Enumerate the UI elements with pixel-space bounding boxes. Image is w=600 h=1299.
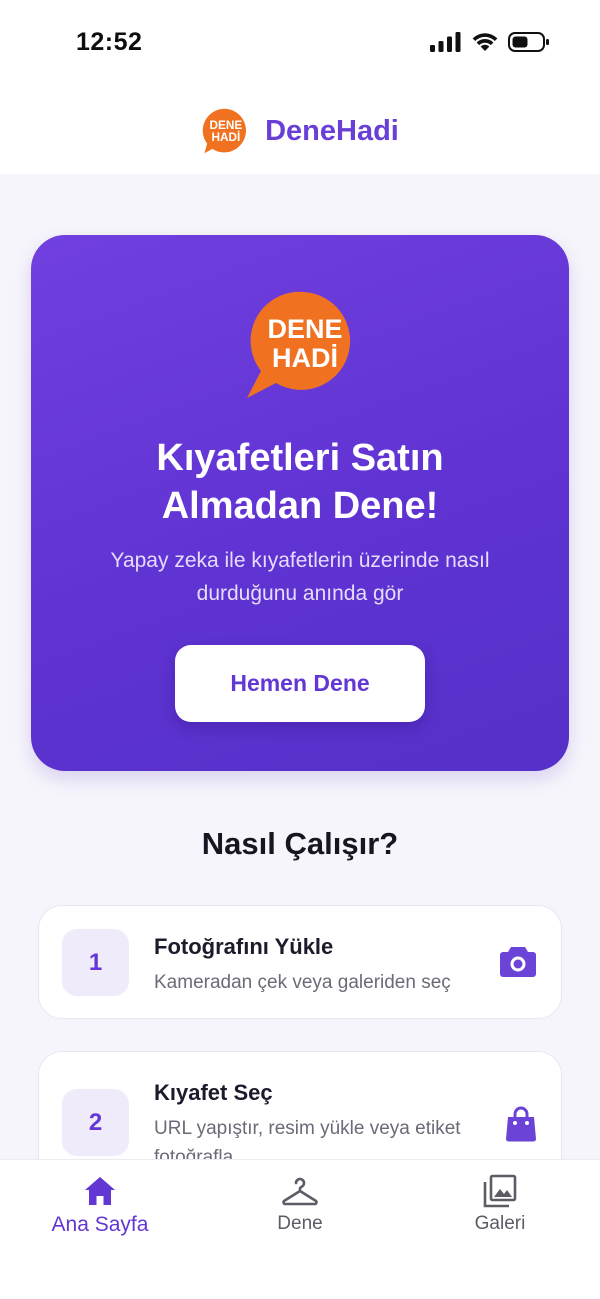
hero-logo-icon: DENE HADİ xyxy=(247,291,351,398)
status-time: 12:52 xyxy=(76,28,143,56)
hero-logo-text-line2: HADİ xyxy=(272,343,338,373)
hero-title: Kıyafetleri Satın Almadan Dene! xyxy=(31,434,569,530)
app-title: DeneHadi xyxy=(265,114,399,147)
tab-label: Dene xyxy=(277,1213,323,1234)
bottom-tab-bar: Ana Sayfa Dene Galeri xyxy=(0,1159,600,1299)
status-icons xyxy=(430,31,550,53)
try-now-button[interactable]: Hemen Dene xyxy=(175,645,425,722)
wifi-icon xyxy=(472,33,498,51)
app-header: DENE HADİ DeneHadi xyxy=(0,88,600,174)
step-description: Kameradan çek veya galeriden seç xyxy=(154,972,451,993)
tab-label: Galeri xyxy=(474,1213,526,1234)
step-number: 2 xyxy=(62,1089,129,1156)
camera-icon xyxy=(500,947,536,977)
hero-title-line1: Kıyafetleri Satın xyxy=(156,437,444,479)
logo-text-line1: DENE xyxy=(210,119,243,132)
tab-home[interactable]: Ana Sayfa xyxy=(0,1160,200,1260)
logo-text-line2: HADİ xyxy=(212,131,241,144)
step-title: Fotoğrafını Yükle xyxy=(154,934,334,959)
step-title: Kıyafet Seç xyxy=(154,1080,273,1105)
hanger-icon xyxy=(282,1177,318,1206)
hero-logo-text-line1: DENE xyxy=(267,314,342,344)
tab-gallery[interactable]: Galeri xyxy=(400,1160,600,1260)
tab-label: Ana Sayfa xyxy=(51,1213,149,1236)
app-logo-icon: DENE HADİ xyxy=(202,108,247,154)
home-screen: 12:52 DENE HADİ DeneHadi DENE HADİ Kıyaf… xyxy=(0,0,600,1299)
signal-icon xyxy=(430,32,461,52)
hero-title-line2: Almadan Dene! xyxy=(161,485,439,527)
gallery-icon xyxy=(483,1174,517,1208)
battery-icon xyxy=(508,32,549,52)
step-number: 1 xyxy=(62,929,129,996)
tab-try[interactable]: Dene xyxy=(200,1160,400,1260)
home-icon xyxy=(85,1177,115,1205)
hero-subtitle: Yapay zeka ile kıyafetlerin üzerinde nas… xyxy=(110,549,490,605)
shopping-bag-icon xyxy=(506,1106,536,1142)
how-it-works-title: Nasıl Çalışır? xyxy=(201,826,399,861)
step-card-upload-photo[interactable]: 1 Fotoğrafını Yükle Kameradan çek veya g… xyxy=(38,905,562,1019)
hero-card: DENE HADİ Kıyafetleri Satın Almadan Dene… xyxy=(31,235,569,771)
status-bar: 12:52 xyxy=(0,0,600,88)
